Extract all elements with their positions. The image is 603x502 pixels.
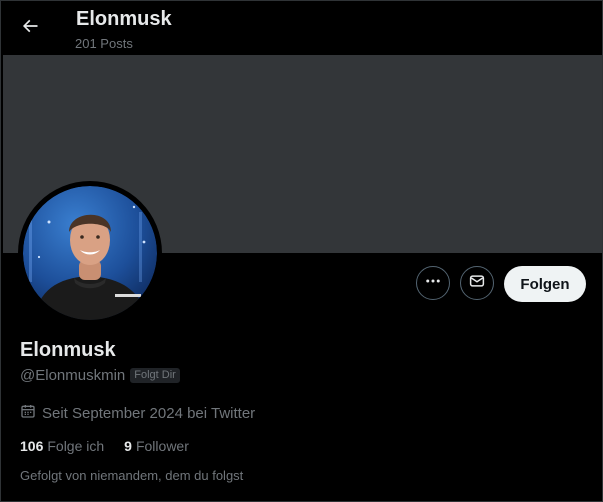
followers-label: Follower [135, 438, 189, 454]
top-bar: Elonmusk 201 Posts [1, 1, 602, 54]
avatar[interactable] [19, 182, 161, 324]
more-dots-icon [424, 272, 442, 295]
profile-page: Elonmusk 201 Posts Folgen Elonmusk @Elon… [0, 0, 603, 502]
followers-count: 9 [124, 438, 132, 454]
back-button[interactable] [13, 11, 47, 45]
calendar-icon [20, 403, 36, 424]
more-button[interactable] [416, 266, 450, 300]
join-date-row: Seit September 2024 bei Twitter [20, 403, 255, 424]
follow-stats: 106 Folge ich 9 Follower [20, 438, 189, 454]
display-name: Elonmusk [20, 339, 116, 361]
envelope-icon [468, 272, 486, 295]
posts-count: 201 Posts [75, 36, 133, 51]
header-title: Elonmusk [76, 8, 172, 30]
arrow-left-icon [20, 16, 40, 41]
following-link[interactable]: 106 Folge ich [20, 438, 104, 454]
following-label: Folge ich [47, 438, 105, 454]
follows-you-badge: Folgt Dir [130, 368, 180, 383]
following-count: 106 [20, 438, 44, 454]
followers-link[interactable]: 9 Follower [124, 438, 189, 454]
follow-button[interactable]: Folgen [504, 266, 586, 302]
handle-row: @Elonmuskmin Folgt Dir [20, 367, 180, 384]
followed-by-text: Gefolgt von niemandem, dem du folgst [20, 468, 244, 483]
join-date: Seit September 2024 bei Twitter [42, 405, 256, 422]
handle: @Elonmuskmin [20, 367, 126, 384]
message-button[interactable] [460, 266, 494, 300]
